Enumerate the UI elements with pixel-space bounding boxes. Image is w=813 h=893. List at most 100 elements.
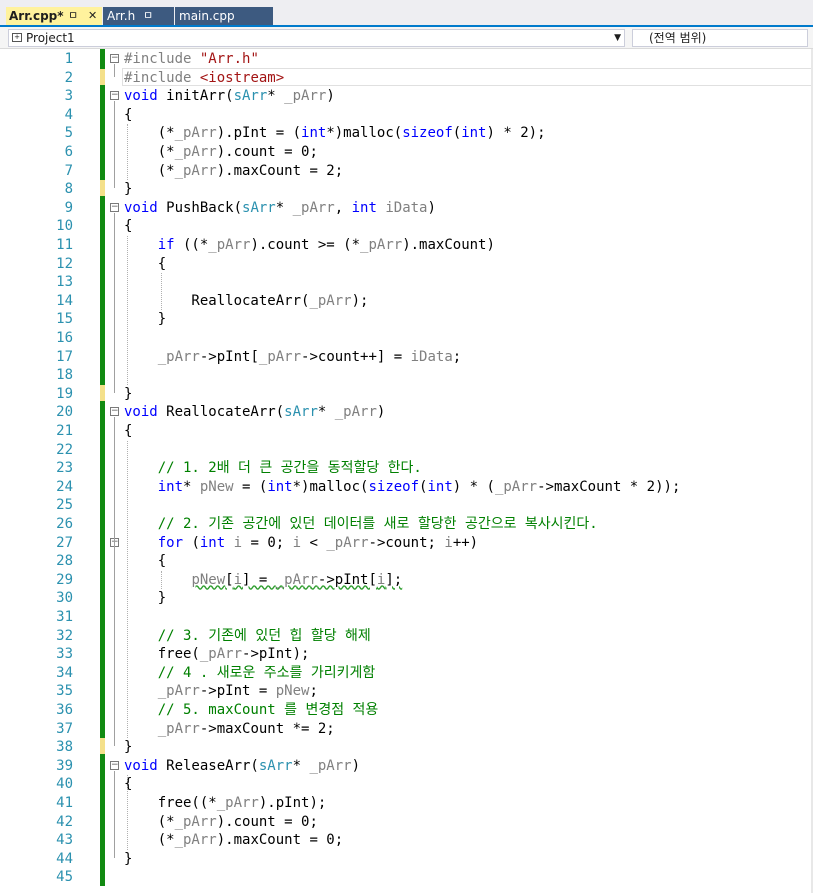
navigation-bar: + Project1 ▼ (전역 범위) xyxy=(0,27,813,49)
code-line[interactable]: void ReallocateArr(sArr* _pArr) xyxy=(124,403,385,421)
pin-icon[interactable]: ㅁ xyxy=(143,7,153,25)
code-line[interactable]: // 4 . 새로운 주소를 가리키게함 xyxy=(124,664,376,682)
code-line[interactable]: { xyxy=(124,422,132,440)
code-line[interactable]: } xyxy=(124,850,132,868)
code-line[interactable]: void PushBack(sArr* _pArr, int iData) xyxy=(124,199,436,217)
line-number: 36 xyxy=(56,702,73,718)
line-number: 44 xyxy=(56,850,73,867)
tab-arr-h[interactable]: Arr.h ㅁ xyxy=(103,7,174,25)
code-line[interactable]: _pArr->pInt = pNew; xyxy=(124,682,318,700)
outline-span-line xyxy=(114,547,115,598)
code-line[interactable]: void ReleaseArr(sArr* _pArr) xyxy=(124,757,360,775)
unsaved-change-bar xyxy=(100,68,105,85)
line-number: 40 xyxy=(56,776,73,793)
code-line[interactable]: ReallocateArr(_pArr); xyxy=(124,292,368,310)
code-line[interactable]: } xyxy=(124,589,166,607)
line-number: 24 xyxy=(56,478,73,495)
code-line[interactable]: } xyxy=(124,738,132,756)
unsaved-change-bar xyxy=(100,384,105,401)
line-number: 45 xyxy=(56,869,73,886)
line-number: 43 xyxy=(56,832,73,849)
line-number: 14 xyxy=(56,292,73,309)
unsaved-change-bar xyxy=(100,738,105,755)
outline-span-line xyxy=(114,770,115,858)
code-line[interactable]: { xyxy=(124,552,166,570)
collapse-toggle-icon[interactable]: − xyxy=(110,54,119,63)
code-line[interactable]: for (int i = 0; i < _pArr->count; i++) xyxy=(124,534,478,552)
code-line[interactable]: #include "Arr.h" xyxy=(124,50,259,68)
code-line[interactable]: { xyxy=(124,775,132,793)
tab-label: main.cpp xyxy=(179,9,235,23)
scope-dropdown[interactable]: (전역 범위) xyxy=(632,29,808,47)
code-line[interactable]: { xyxy=(124,106,132,124)
code-line[interactable]: int* pNew = (int*)malloc(sizeof(int) * (… xyxy=(124,478,681,496)
tab-arr-cpp[interactable]: Arr.cpp* ㅁ ✕ xyxy=(6,7,102,25)
collapse-toggle-icon[interactable]: − xyxy=(110,202,119,212)
line-number: 29 xyxy=(56,571,73,588)
line-number: 37 xyxy=(56,720,73,737)
line-number: 19 xyxy=(56,385,73,402)
line-number: 5 xyxy=(64,125,73,142)
outline-span-line xyxy=(114,101,115,189)
line-number: 3 xyxy=(64,88,73,105)
line-number: 33 xyxy=(56,646,73,663)
project-label: Project1 xyxy=(26,31,75,45)
collapse-toggle-icon[interactable]: − xyxy=(110,760,119,770)
line-number: 41 xyxy=(56,795,73,811)
code-line[interactable]: if ((*_pArr).count >= (*_pArr).maxCount) xyxy=(124,236,495,254)
line-number: 7 xyxy=(64,162,73,179)
code-line[interactable]: } xyxy=(124,310,166,328)
line-number: 8 xyxy=(64,181,73,198)
code-line[interactable]: _pArr->pInt[_pArr->count++] = iData; xyxy=(124,348,462,366)
code-line[interactable]: } xyxy=(124,385,132,403)
tab-main-cpp[interactable]: main.cpp xyxy=(175,7,273,25)
line-number: 27 xyxy=(56,534,73,551)
code-line[interactable]: void initArr(sArr* _pArr) xyxy=(124,87,335,105)
code-line[interactable]: _pArr->maxCount *= 2; xyxy=(124,720,335,738)
scope-label: (전역 범위) xyxy=(649,31,707,45)
code-line[interactable]: { xyxy=(124,255,166,273)
code-line[interactable]: #include <iostream> xyxy=(124,69,284,87)
code-line[interactable]: free(_pArr->pInt); xyxy=(124,645,310,663)
line-number: 22 xyxy=(56,441,73,458)
line-number: 35 xyxy=(56,683,73,700)
code-line[interactable]: free((*_pArr).pInt); xyxy=(124,794,327,812)
line-number: 28 xyxy=(56,553,73,570)
collapse-toggle-icon[interactable]: − xyxy=(110,91,119,101)
code-line[interactable]: pNew[i] = _pArr->pInt[i]; xyxy=(124,571,402,589)
line-number: 25 xyxy=(56,497,73,514)
line-number: 11 xyxy=(56,237,73,253)
close-icon[interactable]: ✕ xyxy=(88,7,97,25)
line-number: 15 xyxy=(56,311,73,328)
code-line[interactable]: { xyxy=(124,217,132,235)
line-number: 23 xyxy=(56,460,73,477)
line-number: 31 xyxy=(56,609,73,625)
unsaved-change-bar xyxy=(100,180,105,197)
tab-label: Arr.cpp* xyxy=(9,9,64,23)
line-number: 1 xyxy=(64,51,73,67)
code-line[interactable]: } xyxy=(124,180,132,198)
code-line[interactable]: (*_pArr).maxCount = 0; xyxy=(124,831,343,849)
pin-icon[interactable]: ㅁ xyxy=(68,7,78,25)
code-line[interactable]: // 3. 기존에 있던 힙 할당 해제 xyxy=(124,627,371,645)
project-dropdown[interactable]: + Project1 ▼ xyxy=(8,29,625,47)
line-number: 2 xyxy=(64,69,73,86)
code-line[interactable]: // 5. maxCount 를 변경점 적용 xyxy=(124,701,379,719)
outline-span-line xyxy=(114,64,115,77)
code-line[interactable]: (*_pArr).count = 0; xyxy=(124,143,318,161)
line-number: 13 xyxy=(56,274,73,291)
code-line[interactable]: // 1. 2배 더 큰 공간을 동적할당 한다. xyxy=(124,459,422,477)
code-editor[interactable]: 1 2 3 4 5 6 7 8 9 10 11 12 13 14 15 16 17 18 19 20 21 22 23 24 2… xyxy=(0,49,813,893)
line-number: 32 xyxy=(56,627,73,644)
code-line[interactable]: // 2. 기존 공간에 있던 데이터를 새로 할당한 공간으로 복사시킨다. xyxy=(124,515,598,533)
code-line[interactable]: (*_pArr).count = 0; xyxy=(124,813,318,831)
line-number: 30 xyxy=(56,590,73,607)
code-line[interactable]: (*_pArr).pInt = (int*)malloc(sizeof(int)… xyxy=(124,124,546,142)
code-line[interactable]: (*_pArr).maxCount = 2; xyxy=(124,162,343,180)
collapse-toggle-icon[interactable]: − xyxy=(110,407,119,417)
document-tab-bar: Arr.cpp* ㅁ ✕ Arr.h ㅁ main.cpp xyxy=(0,0,813,27)
line-number: 26 xyxy=(56,516,73,532)
line-number: 16 xyxy=(56,330,73,346)
tab-label: Arr.h xyxy=(107,9,136,23)
saved-change-bar xyxy=(100,49,105,886)
